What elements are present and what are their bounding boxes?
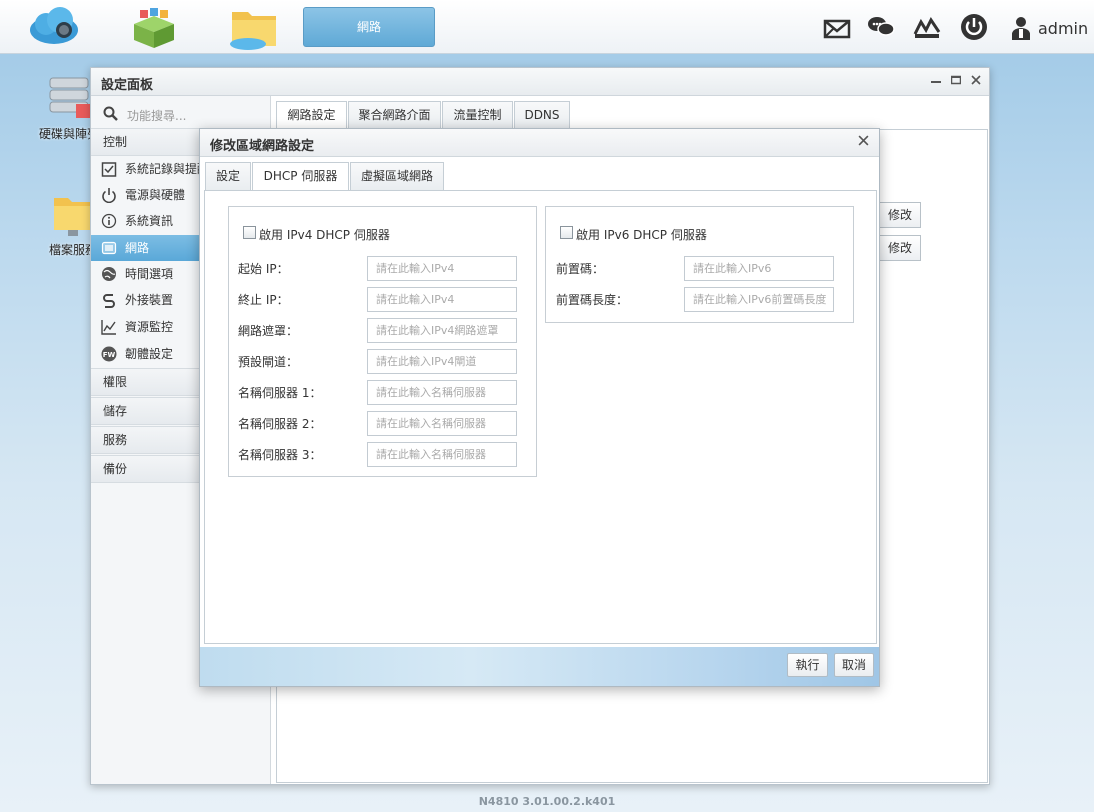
dialog-close-icon[interactable] bbox=[858, 134, 869, 150]
dialog-titlebar[interactable]: 修改區域網路設定 bbox=[200, 129, 879, 157]
sidebar-item-label: 韌體設定 bbox=[125, 347, 174, 361]
lan-settings-dialog: 修改區域網路設定 設定 DHCP 伺服器 虛擬區域網路 啟用 IPv4 DHCP… bbox=[199, 128, 880, 687]
field-label: 預設閘道： bbox=[238, 355, 299, 369]
search-field[interactable]: 功能搜尋... bbox=[99, 102, 263, 126]
ipv6-dhcp-checkbox[interactable] bbox=[560, 226, 573, 239]
sidebar-item-label: 系統資訊 bbox=[125, 214, 174, 228]
field-label: 前置碼長度： bbox=[556, 293, 629, 307]
sidebar-item-label: 系統記錄與提醒 bbox=[125, 162, 210, 176]
close-icon[interactable] bbox=[969, 74, 983, 88]
tab-traffic-control[interactable]: 流量控制 bbox=[442, 101, 513, 129]
field-label: 網路遮罩： bbox=[238, 324, 299, 338]
ipv4-dhcp-checkbox[interactable] bbox=[243, 226, 256, 239]
tab-ddns[interactable]: DDNS bbox=[514, 101, 570, 129]
user-name: admin bbox=[1038, 18, 1089, 38]
field-label: 前置碼： bbox=[556, 262, 605, 276]
package-app-icon[interactable] bbox=[126, 4, 182, 50]
ipv6-prefix-input[interactable]: 請在此輸入IPv6 bbox=[684, 256, 834, 281]
svg-text:FW: FW bbox=[103, 351, 116, 359]
chart-icon bbox=[101, 320, 116, 335]
ipv4-dhcp-legend: 啟用 IPv4 DHCP 伺服器 bbox=[259, 228, 390, 242]
minimize-icon[interactable] bbox=[929, 74, 943, 88]
cloud-app-icon[interactable] bbox=[26, 4, 82, 50]
start-ip-input[interactable]: 請在此輸入IPv4 bbox=[367, 256, 517, 281]
field-label: 終止 IP： bbox=[238, 293, 289, 307]
netmask-input[interactable]: 請在此輸入IPv4網路遮罩 bbox=[367, 318, 517, 343]
folder-app-icon[interactable] bbox=[226, 4, 282, 50]
ipv4-dhcp-fieldset: 啟用 IPv4 DHCP 伺服器 起始 IP： 請在此輸入IPv4 終止 IP：… bbox=[228, 206, 537, 477]
user-menu[interactable]: admin bbox=[1010, 14, 1088, 42]
taskbar: 網路 admin bbox=[0, 0, 1094, 54]
field-label: 名稱伺服器 1： bbox=[238, 386, 322, 400]
tab-link-aggregation[interactable]: 聚合網路介面 bbox=[348, 101, 441, 129]
tab-dhcp-server[interactable]: DHCP 伺服器 bbox=[252, 162, 349, 191]
ipv6-dhcp-legend: 啟用 IPv6 DHCP 伺服器 bbox=[576, 228, 707, 242]
usb-icon bbox=[103, 294, 115, 308]
cancel-button[interactable]: 取消 bbox=[834, 653, 874, 677]
dns1-input[interactable]: 請在此輸入名稱伺服器 bbox=[367, 380, 517, 405]
sidebar-item-label: 網路 bbox=[125, 241, 150, 255]
dialog-footer: 執行 取消 bbox=[200, 647, 879, 686]
edit-button[interactable]: 修改 bbox=[877, 235, 921, 261]
sidebar-item-label: 時間選項 bbox=[125, 267, 174, 281]
monitor-icon[interactable] bbox=[912, 12, 942, 42]
sidebar-item-label: 外接裝置 bbox=[125, 293, 174, 307]
globe-icon bbox=[102, 267, 116, 281]
dialog-title: 修改區域網路設定 bbox=[210, 139, 315, 154]
window-titlebar[interactable]: 設定面板 bbox=[91, 68, 989, 96]
taskbar-active-app[interactable]: 網路 bbox=[303, 7, 435, 47]
end-ip-input[interactable]: 請在此輸入IPv4 bbox=[367, 287, 517, 312]
checklist-icon bbox=[101, 162, 117, 177]
field-label: 名稱伺服器 3： bbox=[238, 448, 322, 462]
power-icon bbox=[102, 188, 116, 203]
power-icon[interactable] bbox=[959, 12, 989, 42]
user-icon bbox=[1012, 17, 1030, 40]
dhcp-panel: 啟用 IPv4 DHCP 伺服器 起始 IP： 請在此輸入IPv4 終止 IP：… bbox=[204, 190, 877, 644]
dns2-input[interactable]: 請在此輸入名稱伺服器 bbox=[367, 411, 517, 436]
network-icon bbox=[101, 241, 117, 255]
tab-network-settings[interactable]: 網路設定 bbox=[276, 101, 347, 129]
ipv6-dhcp-fieldset: 啟用 IPv6 DHCP 伺服器 前置碼： 請在此輸入IPv6 前置碼長度： 請… bbox=[545, 206, 854, 323]
edit-button[interactable]: 修改 bbox=[877, 202, 921, 228]
storage-icon bbox=[49, 77, 90, 118]
dns3-input[interactable]: 請在此輸入名稱伺服器 bbox=[367, 442, 517, 467]
tab-settings[interactable]: 設定 bbox=[205, 162, 251, 190]
message-icon[interactable] bbox=[822, 12, 852, 42]
search-input[interactable]: 功能搜尋... bbox=[127, 107, 186, 124]
ipv6-prefix-length-input[interactable]: 請在此輸入IPv6前置碼長度 bbox=[684, 287, 834, 312]
sidebar-item-label: 電源與硬體 bbox=[125, 188, 186, 202]
firmware-icon: FW bbox=[101, 346, 117, 362]
sidebar-item-label: 資源監控 bbox=[125, 320, 174, 334]
field-label: 名稱伺服器 2： bbox=[238, 417, 322, 431]
field-label: 起始 IP： bbox=[238, 262, 289, 276]
gateway-input[interactable]: 請在此輸入IPv4閘道 bbox=[367, 349, 517, 374]
maximize-icon[interactable] bbox=[949, 74, 963, 88]
chat-icon[interactable] bbox=[866, 12, 896, 42]
window-title: 設定面板 bbox=[101, 78, 154, 93]
search-icon bbox=[103, 106, 118, 121]
tab-vlan[interactable]: 虛擬區域網路 bbox=[350, 162, 444, 190]
firmware-version: N4810 3.01.00.2.k401 bbox=[478, 795, 616, 808]
info-icon bbox=[101, 213, 117, 229]
execute-button[interactable]: 執行 bbox=[787, 653, 828, 677]
